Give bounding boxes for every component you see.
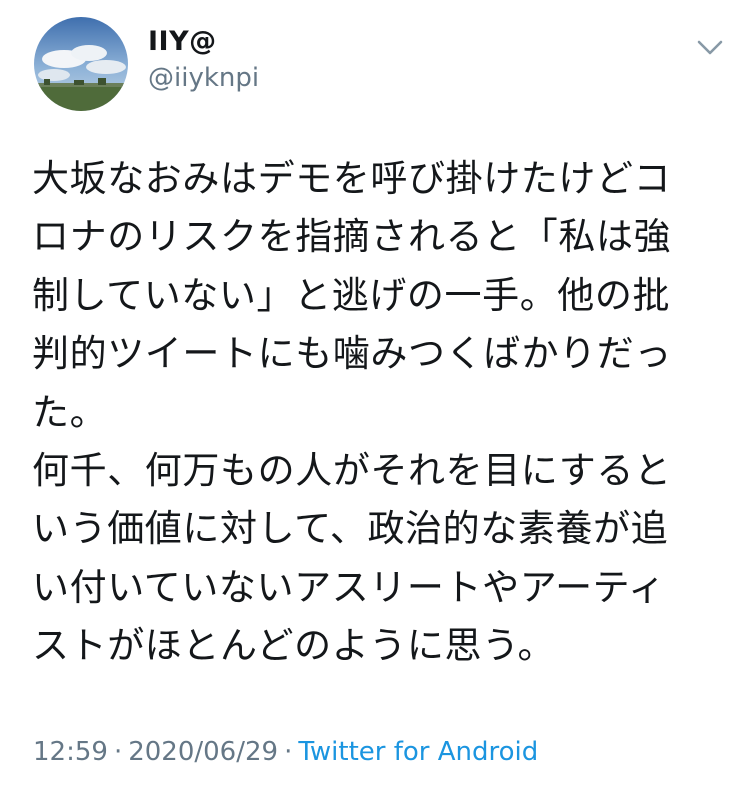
tweet-text: 大坂なおみはデモを呼び掛けたけどコ ロナのリスクを指摘されると「私は強 制してい… — [32, 150, 722, 676]
display-name[interactable]: IIY@ — [148, 26, 217, 57]
tweet-text-line: 何千、何万もの人がそれを目にすると — [32, 449, 672, 493]
meta-separator: · — [284, 737, 293, 767]
tweet-text-line: い付いていないアスリートやアーティ — [32, 565, 666, 609]
user-handle[interactable]: @iiyknpi — [148, 63, 259, 93]
tweet-text-line: た。 — [32, 390, 108, 434]
tweet-date[interactable]: 2020/06/29 — [128, 737, 278, 767]
tweet-text-line: いう価値に対して、政治的な素養が追 — [32, 507, 669, 551]
tweet-source-link[interactable]: Twitter for Android — [298, 737, 538, 767]
tweet-text-line: ロナのリスクを指摘されると「私は強 — [32, 215, 672, 259]
tweet-card: IIY@ @iiyknpi 大坂なおみはデモを呼び掛けたけどコ ロナのリスクを指… — [0, 0, 750, 797]
user-avatar[interactable] — [34, 17, 128, 111]
tweet-time[interactable]: 12:59 — [33, 737, 108, 767]
chevron-down-icon[interactable] — [695, 35, 725, 59]
landscape-sky-avatar-icon — [34, 17, 128, 111]
tweet-text-line: 制していない」と逃げの一手。他の批 — [32, 273, 671, 317]
tweet-text-line: ストがほとんどのように思う。 — [32, 624, 556, 668]
tweet-text-line: 大坂なおみはデモを呼び掛けたけどコ — [32, 157, 672, 200]
tweet-meta: 12:59 · 2020/06/29 · Twitter for Android — [33, 737, 538, 767]
meta-separator: · — [113, 737, 123, 767]
tweet-text-line: 判的ツイートにも噛みつくばかりだっ — [32, 332, 672, 376]
